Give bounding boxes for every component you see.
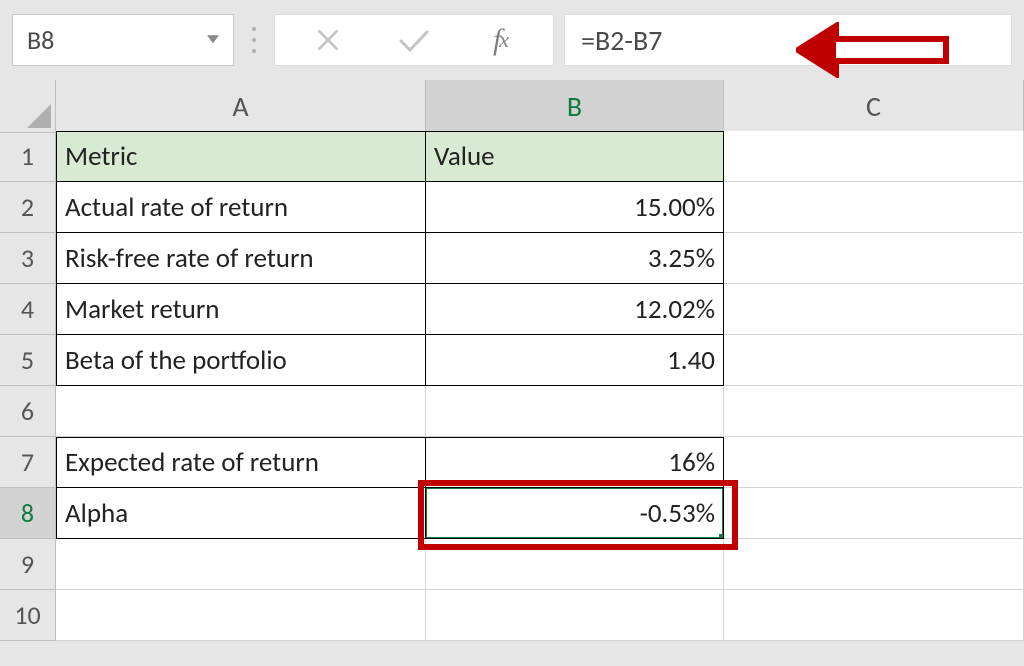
cell-C10[interactable] [724, 590, 1024, 641]
spreadsheet-grid-wrap: A B C 1 Metric Value 2 Actual rate of re… [0, 80, 1024, 641]
cell-A2[interactable]: Actual rate of return [56, 182, 426, 233]
column-header-A[interactable]: A [56, 80, 426, 133]
row-header-6[interactable]: 6 [0, 386, 56, 437]
name-box[interactable]: B8 [12, 14, 234, 66]
cell-C2[interactable] [724, 182, 1024, 233]
enter-icon[interactable] [371, 15, 457, 65]
column-header-C[interactable]: C [724, 80, 1024, 133]
column-header-B[interactable]: B [426, 80, 724, 133]
cell-B8-value: -0.53% [640, 497, 715, 530]
cell-A1[interactable]: Metric [56, 131, 426, 182]
row-header-8[interactable]: 8 [0, 488, 56, 539]
cell-B4[interactable]: 12.02% [426, 284, 724, 335]
cell-A9[interactable] [56, 539, 426, 590]
select-all-corner[interactable] [0, 80, 56, 133]
cell-B8[interactable]: -0.53% [426, 488, 724, 539]
cell-B1[interactable]: Value [426, 131, 724, 182]
row-header-2[interactable]: 2 [0, 182, 56, 233]
cell-C1[interactable] [724, 131, 1024, 182]
row-header-3[interactable]: 3 [0, 233, 56, 284]
cell-B7[interactable]: 16% [426, 437, 724, 488]
cell-A5[interactable]: Beta of the portfolio [56, 335, 426, 386]
cell-C6[interactable] [724, 386, 1024, 437]
formula-text: =B2-B7 [581, 23, 662, 58]
chevron-down-icon[interactable] [207, 35, 219, 43]
cell-A10[interactable] [56, 590, 426, 641]
row-header-7[interactable]: 7 [0, 437, 56, 488]
cell-B10[interactable] [426, 590, 724, 641]
cell-C9[interactable] [724, 539, 1024, 590]
cell-B5[interactable]: 1.40 [426, 335, 724, 386]
fill-handle[interactable] [719, 534, 724, 539]
arrow-annotation-icon [796, 22, 956, 83]
formula-button-group: fx [274, 14, 554, 66]
cell-C7[interactable] [724, 437, 1024, 488]
cell-A3[interactable]: Risk-free rate of return [56, 233, 426, 284]
cell-B3[interactable]: 3.25% [426, 233, 724, 284]
cell-B2[interactable]: 15.00% [426, 182, 724, 233]
cell-B9[interactable] [426, 539, 724, 590]
row-header-4[interactable]: 4 [0, 284, 56, 335]
cell-A7[interactable]: Expected rate of return [56, 437, 426, 488]
cell-B6[interactable] [426, 386, 724, 437]
fx-icon[interactable]: fx [457, 15, 543, 65]
separator-dots-icon [244, 14, 264, 66]
cell-C5[interactable] [724, 335, 1024, 386]
cancel-icon[interactable] [285, 15, 371, 65]
cell-C8[interactable] [724, 488, 1024, 539]
name-box-value: B8 [27, 24, 54, 56]
row-header-5[interactable]: 5 [0, 335, 56, 386]
cell-A6[interactable] [56, 386, 426, 437]
cell-C3[interactable] [724, 233, 1024, 284]
row-header-1[interactable]: 1 [0, 131, 56, 182]
cell-A4[interactable]: Market return [56, 284, 426, 335]
spreadsheet-grid[interactable]: A B C 1 Metric Value 2 Actual rate of re… [0, 80, 1024, 641]
cell-C4[interactable] [724, 284, 1024, 335]
row-header-10[interactable]: 10 [0, 590, 56, 641]
row-header-9[interactable]: 9 [0, 539, 56, 590]
cell-A8[interactable]: Alpha [56, 488, 426, 539]
